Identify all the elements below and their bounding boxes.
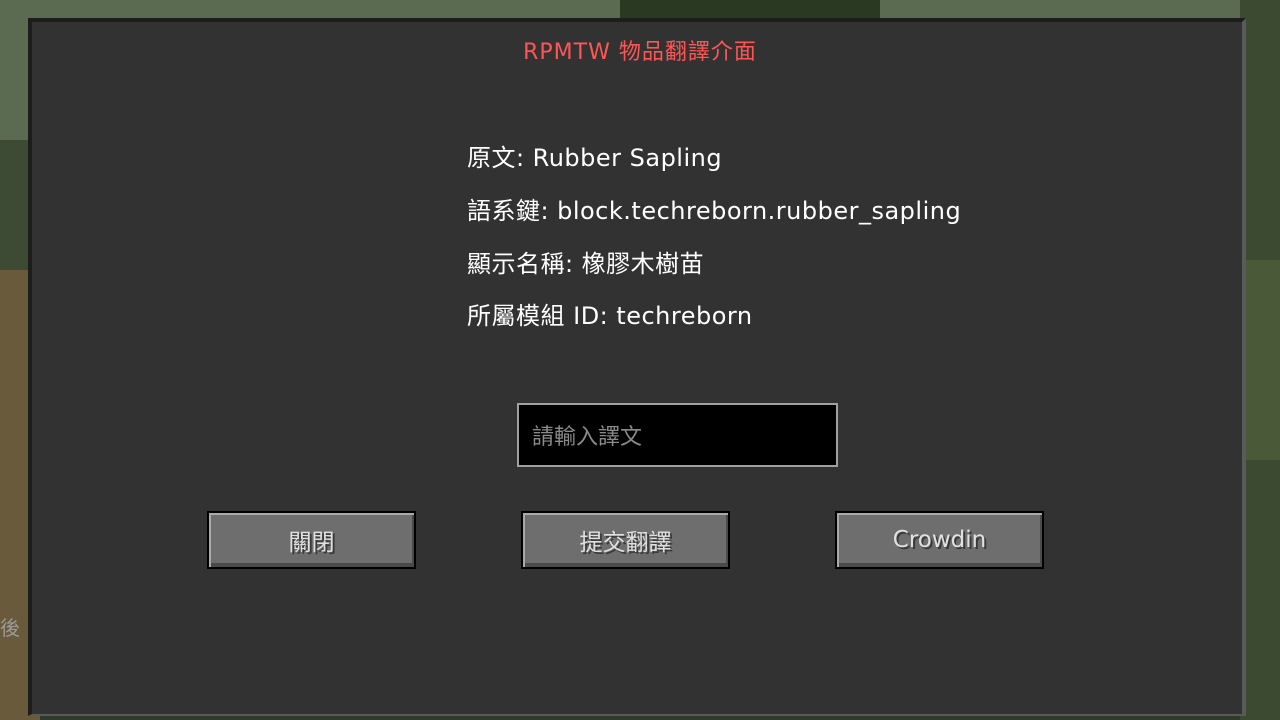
background-edge-text: 後 [0,616,20,640]
lang-key-row: 語系鍵: block.techreborn.rubber_sapling [467,191,961,226]
mod-id-label: 所屬模組 ID: [467,302,609,330]
original-text-label: 原文: [467,144,525,172]
dialog-title: RPMTW 物品翻譯介面 [523,40,757,65]
display-name-row: 顯示名稱: 橡膠木樹苗 [467,244,704,279]
crowdin-button[interactable]: Crowdin [835,511,1044,569]
original-text-row: 原文: Rubber Sapling [467,138,722,173]
translation-input[interactable]: 請輸入譯文 [517,403,838,467]
display-name-label: 顯示名稱: [467,250,574,278]
submit-translation-button[interactable]: 提交翻譯 [521,511,730,569]
background-tree [620,0,880,20]
mod-id-value: techreborn [616,302,753,330]
close-button[interactable]: 關閉 [207,511,416,569]
translation-dialog [28,18,1246,716]
mod-id-row: 所屬模組 ID: techreborn [467,296,753,331]
original-text-value: Rubber Sapling [532,144,723,172]
lang-key-value: block.techreborn.rubber_sapling [557,197,962,225]
translation-input-placeholder: 請輸入譯文 [532,425,643,450]
lang-key-label: 語系鍵: [467,197,550,225]
display-name-value: 橡膠木樹苗 [581,250,705,278]
background-right-terrain-light [1240,260,1280,460]
